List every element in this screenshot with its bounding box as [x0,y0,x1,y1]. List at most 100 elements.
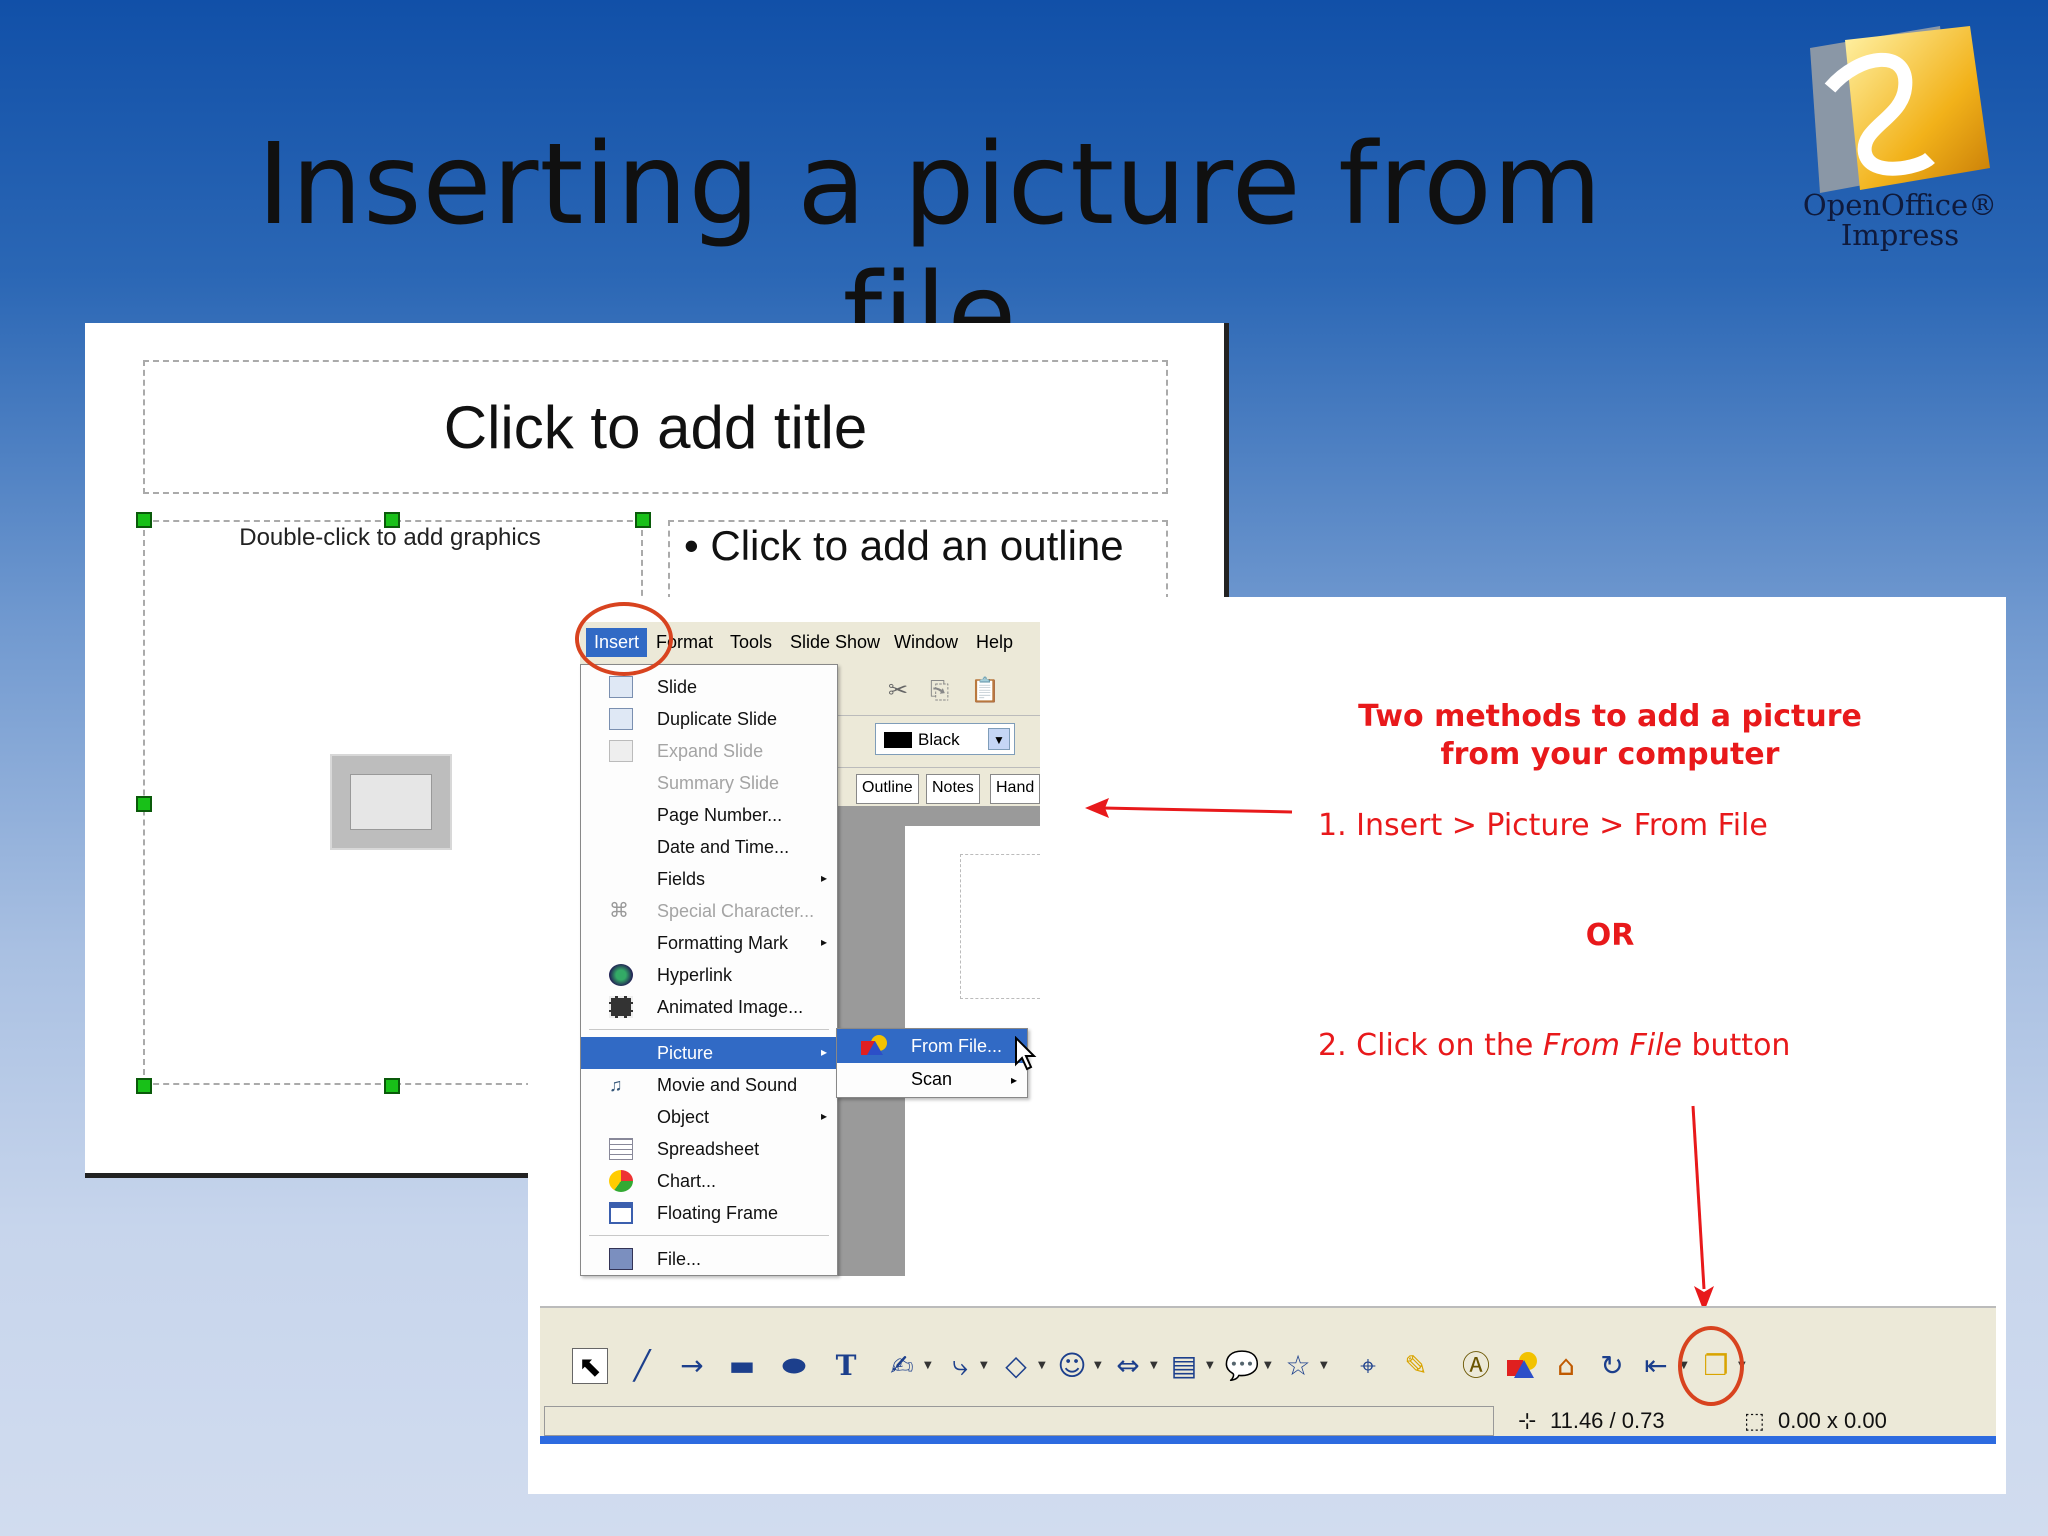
title-placeholder-text: Click to add title [443,393,868,461]
menu-item-duplicate-slide[interactable]: Duplicate Slide [581,703,837,735]
menu-tools[interactable]: Tools [730,632,772,653]
menu-item-page-number[interactable]: Page Number... [581,799,837,831]
menu-item-animated-image[interactable]: Animated Image... [581,991,837,1023]
chevron-down-icon[interactable]: ▼ [1320,1360,1328,1371]
resize-handle[interactable] [136,1078,152,1094]
select-tool-icon[interactable]: ⬉ [572,1348,608,1384]
menu-item-movie-and-sound[interactable]: ♫ Movie and Sound [581,1069,837,1101]
resize-handle[interactable] [136,512,152,528]
block-arrows-icon[interactable]: ⇔ [1110,1348,1146,1384]
floating-frame-icon [609,1202,633,1224]
resize-handle[interactable] [136,796,152,812]
menu-item-object[interactable]: Object ▸ [581,1101,837,1133]
menu-item-from-file[interactable]: From File... [837,1029,1027,1063]
rotate-icon[interactable]: ↻ [1594,1348,1630,1384]
ellipse-tool-icon[interactable]: ⬬ [776,1348,812,1384]
menu-separator [589,1235,829,1236]
chevron-down-icon[interactable]: ▼ [924,1360,932,1371]
menu-window[interactable]: Window [894,632,958,653]
menu-item-scan[interactable]: Scan [911,1069,952,1090]
hyperlink-icon [609,964,633,986]
paste-icon[interactable]: 📋 [970,676,1000,704]
step2-suffix: button [1681,1028,1791,1063]
title-placeholder[interactable]: Click to add title [143,360,1168,494]
instructions-step-1: 1. Insert > Picture > From File [1318,808,1768,843]
text-tool-icon[interactable]: T [828,1348,864,1384]
menu-item-special-character[interactable]: ⌘ Special Character... [581,895,837,927]
flowchart-icon[interactable]: ▤ [1166,1348,1202,1384]
status-info-field [544,1406,1494,1436]
submenu-arrow-icon: ▸ [820,935,827,949]
tab-notes[interactable]: Notes [926,774,980,804]
menu-item-date-and-time[interactable]: Date and Time... [581,831,837,863]
stars-icon[interactable]: ☆ [1280,1348,1316,1384]
submenu-arrow-icon: ▸ [820,1045,827,1059]
step2-emphasis: From File [1542,1028,1682,1063]
gallery-icon[interactable]: ⌂ [1548,1348,1584,1384]
highlight-circle-insert [575,602,673,676]
outline-placeholder[interactable]: • Click to add an outline [668,520,1168,600]
picture-placeholder-icon[interactable] [330,754,452,850]
chevron-down-icon[interactable]: ▼ [988,728,1010,750]
menu-item-formatting-mark[interactable]: Formatting Mark ▸ [581,927,837,959]
special-character-icon: ⌘ [609,900,629,922]
chevron-down-icon[interactable]: ▼ [1264,1360,1272,1371]
chevron-down-icon[interactable]: ▼ [1094,1360,1102,1371]
basic-shapes-icon[interactable]: ◇ [998,1348,1034,1384]
resize-handle[interactable] [384,1078,400,1094]
menu-item-spreadsheet[interactable]: Spreadsheet [581,1133,837,1165]
arrow-tool-icon[interactable]: → [674,1348,710,1384]
chevron-down-icon[interactable]: ▼ [1150,1360,1158,1371]
chevron-down-icon[interactable]: ▼ [1038,1360,1046,1371]
tab-outline[interactable]: Outline [856,774,919,804]
copy-icon[interactable]: ⎘ [930,676,949,704]
instructions-heading-line1: Two methods to add a picture [1358,699,1862,734]
logo-text: OpenOffice® Impress [1802,188,1998,252]
menu-item-floating-frame[interactable]: Floating Frame [581,1197,837,1229]
position-icon: ⊹ [1518,1408,1537,1433]
line-tool-icon[interactable]: ╱ [624,1348,660,1384]
menu-item-expand-slide[interactable]: Expand Slide [581,735,837,767]
callouts-icon[interactable]: 💬 [1224,1348,1260,1384]
standard-toolbar: ✂ ⎘ 📋 [838,664,1040,716]
resize-handle[interactable] [635,512,651,528]
menu-item-chart[interactable]: Chart... [581,1165,837,1197]
curve-tool-icon[interactable]: ✍ [884,1348,920,1384]
spreadsheet-icon [609,1138,633,1160]
menu-help[interactable]: Help [976,632,1013,653]
animated-image-icon [609,996,633,1018]
points-icon[interactable]: ⌖ [1350,1348,1386,1384]
drawing-tools: ⬉ ╱ → ▬ ⬬ T ✍ ▼ ⤷ ▼ ◇ ▼ ☺ ▼ ⇔ ▼ ▤ ▼ 💬 ▼ … [554,1342,1980,1398]
menu-item-summary-slide[interactable]: Summary Slide [581,767,837,799]
symbol-shapes-icon[interactable]: ☺ [1054,1348,1090,1384]
glue-points-icon[interactable]: ✎ [1398,1348,1434,1384]
menu-slide-show[interactable]: Slide Show [790,632,880,653]
duplicate-slide-icon [609,708,633,730]
rectangle-tool-icon[interactable]: ▬ [724,1348,760,1384]
menu-item-hyperlink[interactable]: Hyperlink [581,959,837,991]
insert-menu: Slide Duplicate Slide Expand Slide Summa… [580,664,838,1276]
mouse-cursor-icon [1015,1036,1037,1071]
tab-handout[interactable]: Hand [990,774,1041,804]
menu-item-fields[interactable]: Fields ▸ [581,863,837,895]
from-file-button-icon[interactable] [1504,1348,1540,1384]
arrow-to-button [1691,1105,1714,1312]
submenu-arrow-icon: ▸ [820,871,827,885]
slide-icon [609,676,633,698]
fontwork-icon[interactable]: Ⓐ [1458,1348,1494,1384]
menu-item-picture[interactable]: Picture ▸ [581,1037,837,1069]
task-bar-edge [540,1436,1996,1444]
size-readout: 0.00 x 0.00 [1778,1408,1887,1433]
chevron-down-icon[interactable]: ▼ [980,1360,988,1371]
menu-item-file[interactable]: File... [581,1243,837,1275]
chevron-down-icon[interactable]: ▼ [1206,1360,1214,1371]
line-color-select[interactable]: Black ▼ [875,723,1015,755]
connector-tool-icon[interactable]: ⤷ [942,1348,978,1384]
cut-icon[interactable]: ✂ [888,676,908,704]
picture-submenu: From File... Scan ▸ [836,1028,1028,1098]
resize-handle[interactable] [384,512,400,528]
instructions-heading-line2: from your computer [1440,737,1780,772]
step2-prefix: 2. Click on the [1318,1028,1543,1063]
line-color-value: Black [918,730,960,749]
alignment-icon[interactable]: ⇤ [1638,1348,1674,1384]
